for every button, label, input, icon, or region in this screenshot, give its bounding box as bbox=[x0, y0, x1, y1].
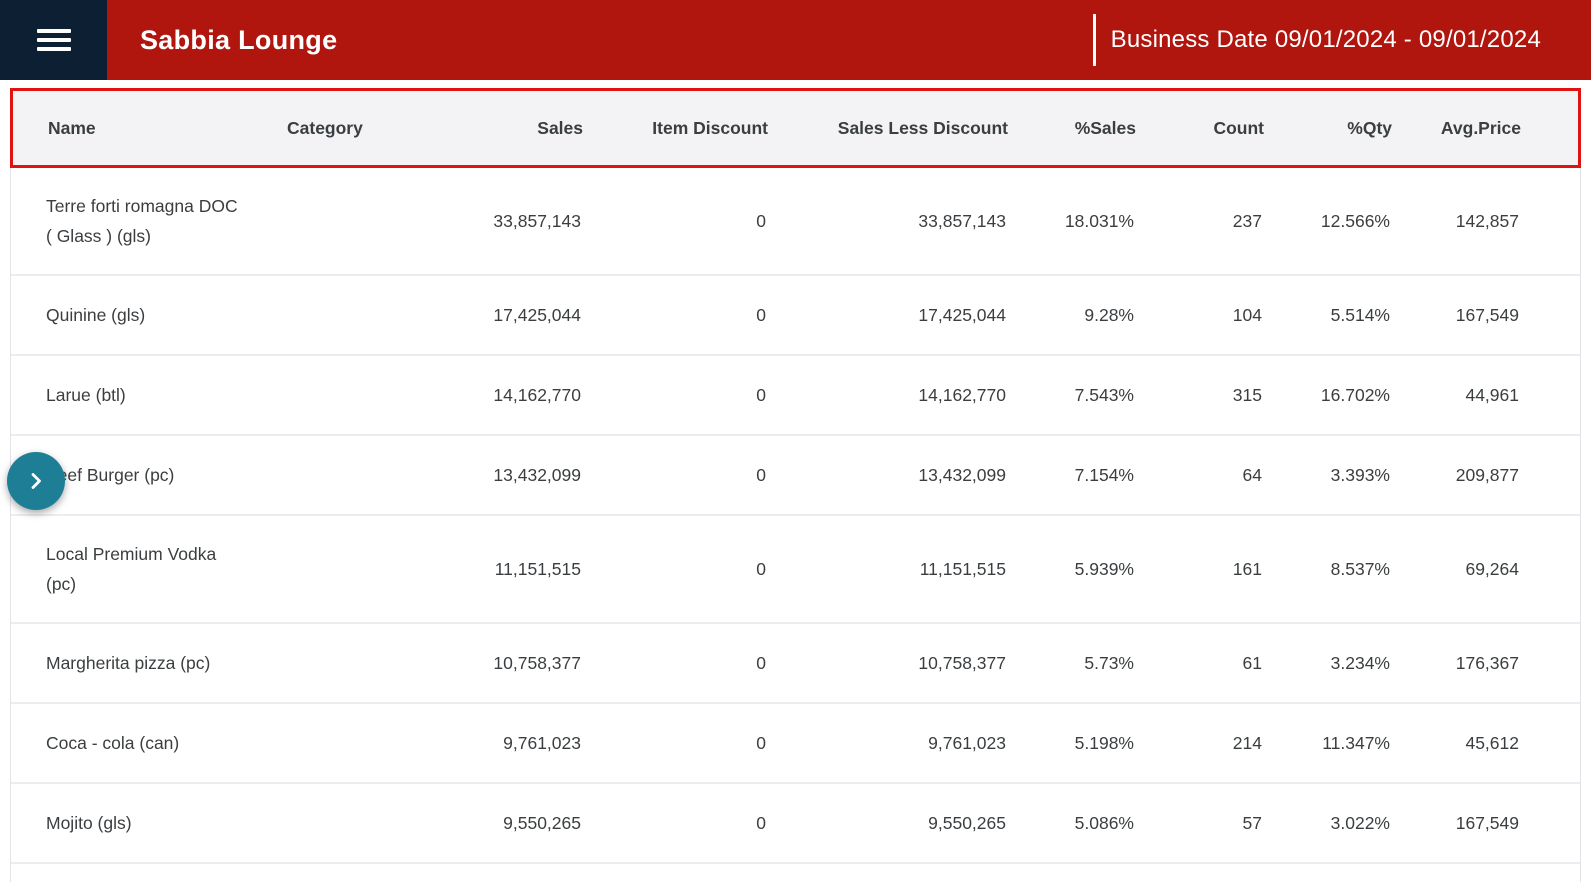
cell-name: Mojito (gls) bbox=[46, 808, 276, 838]
cell-avg_price: 45,612 bbox=[1390, 728, 1519, 758]
cell-sales_less_discount: 14,162,770 bbox=[766, 380, 1006, 410]
page-title: Sabbia Lounge bbox=[140, 25, 337, 56]
cell-sales: 10,758,377 bbox=[436, 648, 581, 678]
cell-pct_sales: 7.543% bbox=[1006, 380, 1134, 410]
column-header-sales_less_discount[interactable]: Sales Less Discount bbox=[768, 113, 1008, 143]
cell-sales_less_discount: 9,761,023 bbox=[766, 728, 1006, 758]
hamburger-icon bbox=[37, 29, 71, 33]
table-header-row: NameCategorySalesItem DiscountSales Less… bbox=[10, 88, 1581, 168]
column-header-avg_price[interactable]: Avg.Price bbox=[1392, 113, 1521, 143]
table-row[interactable]: Beef Burger (pc)13,432,099013,432,0997.1… bbox=[11, 436, 1580, 516]
business-date-label: Business Date 09/01/2024 - 09/01/2024 bbox=[1111, 26, 1541, 54]
cell-pct_sales: 5.939% bbox=[1006, 554, 1134, 584]
app-bar: Sabbia Lounge Business Date 09/01/2024 -… bbox=[0, 0, 1591, 80]
cell-pct_qty: 5.514% bbox=[1262, 300, 1390, 330]
cell-pct_qty: 11.347% bbox=[1262, 728, 1390, 758]
table-row-partial bbox=[10, 864, 1581, 882]
cell-avg_price: 167,549 bbox=[1390, 300, 1519, 330]
cell-avg_price: 176,367 bbox=[1390, 648, 1519, 678]
cell-sales: 9,550,265 bbox=[436, 808, 581, 838]
cell-item_discount: 0 bbox=[581, 380, 766, 410]
table-row[interactable]: Coca - cola (can)9,761,02309,761,0235.19… bbox=[11, 704, 1580, 784]
table-row[interactable]: Terre forti romagna DOC ( Glass ) (gls) 3… bbox=[11, 168, 1580, 276]
cell-sales_less_discount: 9,550,265 bbox=[766, 808, 1006, 838]
cell-pct_qty: 12.566% bbox=[1262, 206, 1390, 236]
cell-pct_sales: 5.198% bbox=[1006, 728, 1134, 758]
cell-name: Larue (btl) bbox=[46, 380, 276, 410]
cell-sales_less_discount: 33,857,143 bbox=[766, 206, 1006, 236]
column-header-item_discount[interactable]: Item Discount bbox=[583, 113, 768, 143]
column-header-category[interactable]: Category bbox=[278, 113, 438, 143]
table-row[interactable]: Larue (btl)14,162,770014,162,7707.543%31… bbox=[11, 356, 1580, 436]
business-date-range[interactable]: Business Date 09/01/2024 - 09/01/2024 bbox=[1093, 14, 1591, 66]
cell-name: Coca - cola (can) bbox=[46, 728, 276, 758]
table-body: Terre forti romagna DOC ( Glass ) (gls) 3… bbox=[10, 168, 1581, 864]
cell-sales: 9,761,023 bbox=[436, 728, 581, 758]
column-header-count[interactable]: Count bbox=[1136, 113, 1264, 143]
cell-sales: 11,151,515 bbox=[436, 554, 581, 584]
cell-pct_sales: 18.031% bbox=[1006, 206, 1134, 236]
cell-count: 61 bbox=[1134, 648, 1262, 678]
cell-avg_price: 209,877 bbox=[1390, 460, 1519, 490]
table-row[interactable]: Quinine (gls)17,425,044017,425,0449.28%1… bbox=[11, 276, 1580, 356]
cell-count: 64 bbox=[1134, 460, 1262, 490]
cell-item_discount: 0 bbox=[581, 460, 766, 490]
cell-sales_less_discount: 17,425,044 bbox=[766, 300, 1006, 330]
cell-avg_price: 142,857 bbox=[1390, 206, 1519, 236]
table-row[interactable]: Mojito (gls)9,550,26509,550,2655.086%573… bbox=[11, 784, 1580, 864]
column-header-pct_sales[interactable]: %Sales bbox=[1008, 113, 1136, 143]
cell-item_discount: 0 bbox=[581, 808, 766, 838]
cell-item_discount: 0 bbox=[581, 648, 766, 678]
cell-item_discount: 0 bbox=[581, 300, 766, 330]
header-separator bbox=[1093, 14, 1096, 66]
table-row[interactable]: Local Premium Vodka (pc) 11,151,515011,15… bbox=[11, 516, 1580, 624]
cell-sales: 13,432,099 bbox=[436, 460, 581, 490]
cell-count: 214 bbox=[1134, 728, 1262, 758]
cell-item_discount: 0 bbox=[581, 206, 766, 236]
cell-sales_less_discount: 11,151,515 bbox=[766, 554, 1006, 584]
cell-pct_sales: 5.73% bbox=[1006, 648, 1134, 678]
cell-avg_price: 167,549 bbox=[1390, 808, 1519, 838]
cell-name: Local Premium Vodka (pc) bbox=[46, 539, 276, 599]
cell-pct_sales: 7.154% bbox=[1006, 460, 1134, 490]
column-header-name[interactable]: Name bbox=[48, 113, 278, 143]
cell-pct_qty: 3.234% bbox=[1262, 648, 1390, 678]
cell-count: 161 bbox=[1134, 554, 1262, 584]
cell-sales: 17,425,044 bbox=[436, 300, 581, 330]
expand-panel-button[interactable] bbox=[7, 452, 65, 510]
cell-avg_price: 44,961 bbox=[1390, 380, 1519, 410]
cell-count: 57 bbox=[1134, 808, 1262, 838]
cell-item_discount: 0 bbox=[581, 728, 766, 758]
column-header-sales[interactable]: Sales bbox=[438, 113, 583, 143]
cell-sales_less_discount: 10,758,377 bbox=[766, 648, 1006, 678]
cell-pct_sales: 5.086% bbox=[1006, 808, 1134, 838]
cell-pct_sales: 9.28% bbox=[1006, 300, 1134, 330]
chevron-right-icon bbox=[24, 469, 48, 493]
cell-count: 315 bbox=[1134, 380, 1262, 410]
cell-pct_qty: 16.702% bbox=[1262, 380, 1390, 410]
cell-sales: 33,857,143 bbox=[436, 206, 581, 236]
cell-pct_qty: 8.537% bbox=[1262, 554, 1390, 584]
cell-sales_less_discount: 13,432,099 bbox=[766, 460, 1006, 490]
menu-button[interactable] bbox=[0, 0, 107, 80]
table-row[interactable]: Margherita pizza (pc) 10,758,377010,758,3… bbox=[11, 624, 1580, 704]
cell-name: Terre forti romagna DOC ( Glass ) (gls) bbox=[46, 191, 276, 251]
cell-count: 104 bbox=[1134, 300, 1262, 330]
cell-count: 237 bbox=[1134, 206, 1262, 236]
cell-name: Margherita pizza (pc) bbox=[46, 648, 276, 678]
cell-name: Quinine (gls) bbox=[46, 300, 276, 330]
cell-name: Beef Burger (pc) bbox=[46, 460, 276, 490]
cell-item_discount: 0 bbox=[581, 554, 766, 584]
cell-sales: 14,162,770 bbox=[436, 380, 581, 410]
report-table: NameCategorySalesItem DiscountSales Less… bbox=[0, 80, 1591, 864]
cell-pct_qty: 3.393% bbox=[1262, 460, 1390, 490]
cell-pct_qty: 3.022% bbox=[1262, 808, 1390, 838]
column-header-pct_qty[interactable]: %Qty bbox=[1264, 113, 1392, 143]
cell-avg_price: 69,264 bbox=[1390, 554, 1519, 584]
